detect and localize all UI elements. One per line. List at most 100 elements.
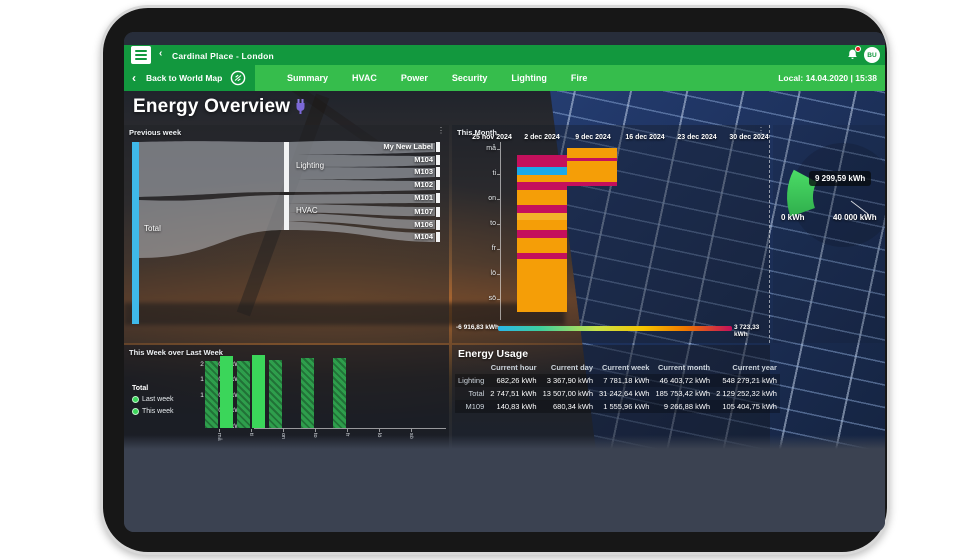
sankey-leaf-label[interactable]: M101 xyxy=(375,193,433,202)
sankey-leaf-label[interactable]: M104 xyxy=(375,155,433,164)
axis-tick xyxy=(251,429,252,432)
gauge-max-label: 40 000 kWh xyxy=(833,213,877,222)
heatmap-legend-min: -6 916,83 kWh xyxy=(456,324,499,331)
cell: 1 555,96 kWh xyxy=(596,400,652,413)
nav-bar: ‹ Back to World Map Summary HVAC Power S… xyxy=(124,65,885,91)
sankey-leaf-label[interactable]: M103 xyxy=(375,167,433,176)
sankey-leaf-label[interactable]: M107 xyxy=(375,207,433,216)
sankey-leaf-label[interactable]: M102 xyxy=(375,180,433,189)
heatmap-cell[interactable] xyxy=(517,155,567,167)
cell: 9 266,88 kWh xyxy=(652,400,713,413)
panel-title: Energy Usage xyxy=(458,348,528,360)
table-row[interactable]: Total 2 747,51 kWh 13 507,00 kWh 31 242,… xyxy=(455,387,780,400)
hamburger-menu-icon[interactable] xyxy=(131,46,151,64)
notification-badge xyxy=(855,46,861,52)
heatmap-legend-gradient xyxy=(498,326,732,331)
tab-hvac[interactable]: HVAC xyxy=(352,73,377,83)
table-row[interactable]: M109 140,83 kWh 680,34 kWh 1 555,96 kWh … xyxy=(455,400,780,413)
row-label: M109 xyxy=(455,400,487,413)
this-month-panel: This Month ⋮ 25 nov 2024 2 dec 2024 9 de… xyxy=(452,125,770,343)
sankey-leaf-label[interactable]: My New Label xyxy=(375,142,433,151)
bar-this-week-ti[interactable] xyxy=(252,355,265,428)
column-header: Current week xyxy=(596,361,652,374)
column-header: Current month xyxy=(652,361,713,374)
gauge-chart[interactable] xyxy=(773,125,885,343)
scene-fade xyxy=(124,435,885,449)
dashboard-area: Energy Overview Previous week ⋮ xyxy=(124,91,885,449)
heatmap-cell[interactable] xyxy=(517,259,567,312)
heatmap-cell[interactable] xyxy=(517,220,567,230)
notifications-bell-icon[interactable] xyxy=(846,48,859,61)
sankey-node-total[interactable]: Total xyxy=(144,224,161,233)
week-comparison-panel: This Week over Last Week 2 000 000 kWh 1… xyxy=(124,345,449,449)
sankey-node-hvac[interactable]: HVAC xyxy=(296,206,318,215)
cell: 13 507,00 kWh xyxy=(540,387,596,400)
app-screen: ‹ Cardinal Place - London BU ‹ Back to W… xyxy=(124,32,885,532)
table-header-row: Current hour Current day Current week Cu… xyxy=(455,361,780,374)
axis-tick xyxy=(315,429,316,432)
back-chevron-icon: ‹ xyxy=(132,72,136,84)
back-label: Back to World Map xyxy=(146,73,222,83)
sankey-leaf-label[interactable]: M106 xyxy=(375,220,433,229)
axis-tick xyxy=(379,429,380,432)
heatmap-cell[interactable] xyxy=(517,238,567,253)
bar-this-week-må[interactable] xyxy=(220,356,233,428)
heatmap-cell[interactable] xyxy=(517,167,567,175)
cell: 2 747,51 kWh xyxy=(487,387,539,400)
heatmap-legend-max: 3 723,33 kWh xyxy=(734,324,769,338)
heatmap-cell[interactable] xyxy=(567,161,617,182)
tab-lighting[interactable]: Lighting xyxy=(511,73,547,83)
axis-tick xyxy=(219,429,220,432)
local-time: Local: 14.04.2020 | 15:38 xyxy=(778,65,877,91)
status-strip xyxy=(124,32,885,45)
column-header: Current year xyxy=(713,361,780,374)
heatmap-cell[interactable] xyxy=(517,190,567,205)
gauge-value-tooltip: 9 299,59 kWh xyxy=(809,171,871,186)
axis-tick xyxy=(283,429,284,432)
axis-tick xyxy=(411,429,412,432)
energy-usage-panel: Energy Usage Current hour Current day Cu… xyxy=(452,345,770,449)
bottom-blank-area xyxy=(124,449,885,532)
top-bar: ‹ Cardinal Place - London BU xyxy=(124,45,885,65)
cell: 140,83 kWh xyxy=(487,400,539,413)
tab-summary[interactable]: Summary xyxy=(287,73,328,83)
cell: 31 242,64 kWh xyxy=(596,387,652,400)
heatmap-cell[interactable] xyxy=(517,205,567,213)
week-bar-plot: må ti on to fr lö sö xyxy=(124,345,449,449)
cell: 105 404,75 kWh xyxy=(713,400,780,413)
sankey-node-lighting[interactable]: Lighting xyxy=(296,161,324,170)
energy-usage-table: Current hour Current day Current week Cu… xyxy=(455,361,780,413)
bar-last-week-må[interactable] xyxy=(205,361,218,428)
cell: 2 129 252,32 kWh xyxy=(713,387,780,400)
cell: 682,26 kWh xyxy=(487,374,539,387)
bar-last-week-ti[interactable] xyxy=(237,361,250,428)
gauge-min-label: 0 kWh xyxy=(781,213,805,222)
heatmap-cell[interactable] xyxy=(517,213,567,220)
row-label: Lighting xyxy=(455,374,487,387)
energy-plug-icon xyxy=(296,99,305,115)
bar-last-week-on[interactable] xyxy=(269,360,282,428)
tablet-frame: ‹ Cardinal Place - London BU ‹ Back to W… xyxy=(100,5,890,555)
bar-last-week-fr[interactable] xyxy=(333,358,346,428)
cell: 7 781,18 kWh xyxy=(596,374,652,387)
cell: 46 403,72 kWh xyxy=(652,374,713,387)
heatmap-cell[interactable] xyxy=(567,148,617,158)
tab-fire[interactable]: Fire xyxy=(571,73,588,83)
column-header: Current day xyxy=(540,361,596,374)
row-label: Total xyxy=(455,387,487,400)
heatmap-cell[interactable] xyxy=(517,175,567,182)
user-avatar[interactable]: BU xyxy=(864,47,880,63)
bar-last-week-to[interactable] xyxy=(301,358,314,428)
heatmap-cell[interactable] xyxy=(517,230,567,238)
heatmap-cell[interactable] xyxy=(517,182,567,190)
back-to-world-map-button[interactable]: ‹ Back to World Map xyxy=(124,65,255,91)
breadcrumb-back-icon[interactable]: ‹ xyxy=(159,48,162,59)
page-title: Energy Overview xyxy=(133,96,290,118)
brand-logo-icon xyxy=(230,70,246,86)
tab-power[interactable]: Power xyxy=(401,73,428,83)
table-row[interactable]: Lighting 682,26 kWh 3 367,90 kWh 7 781,1… xyxy=(455,374,780,387)
sankey-leaf-label[interactable]: M104 xyxy=(375,232,433,241)
tab-security[interactable]: Security xyxy=(452,73,488,83)
heatmap-cell[interactable] xyxy=(567,182,617,186)
heatmap-columns xyxy=(452,125,769,343)
